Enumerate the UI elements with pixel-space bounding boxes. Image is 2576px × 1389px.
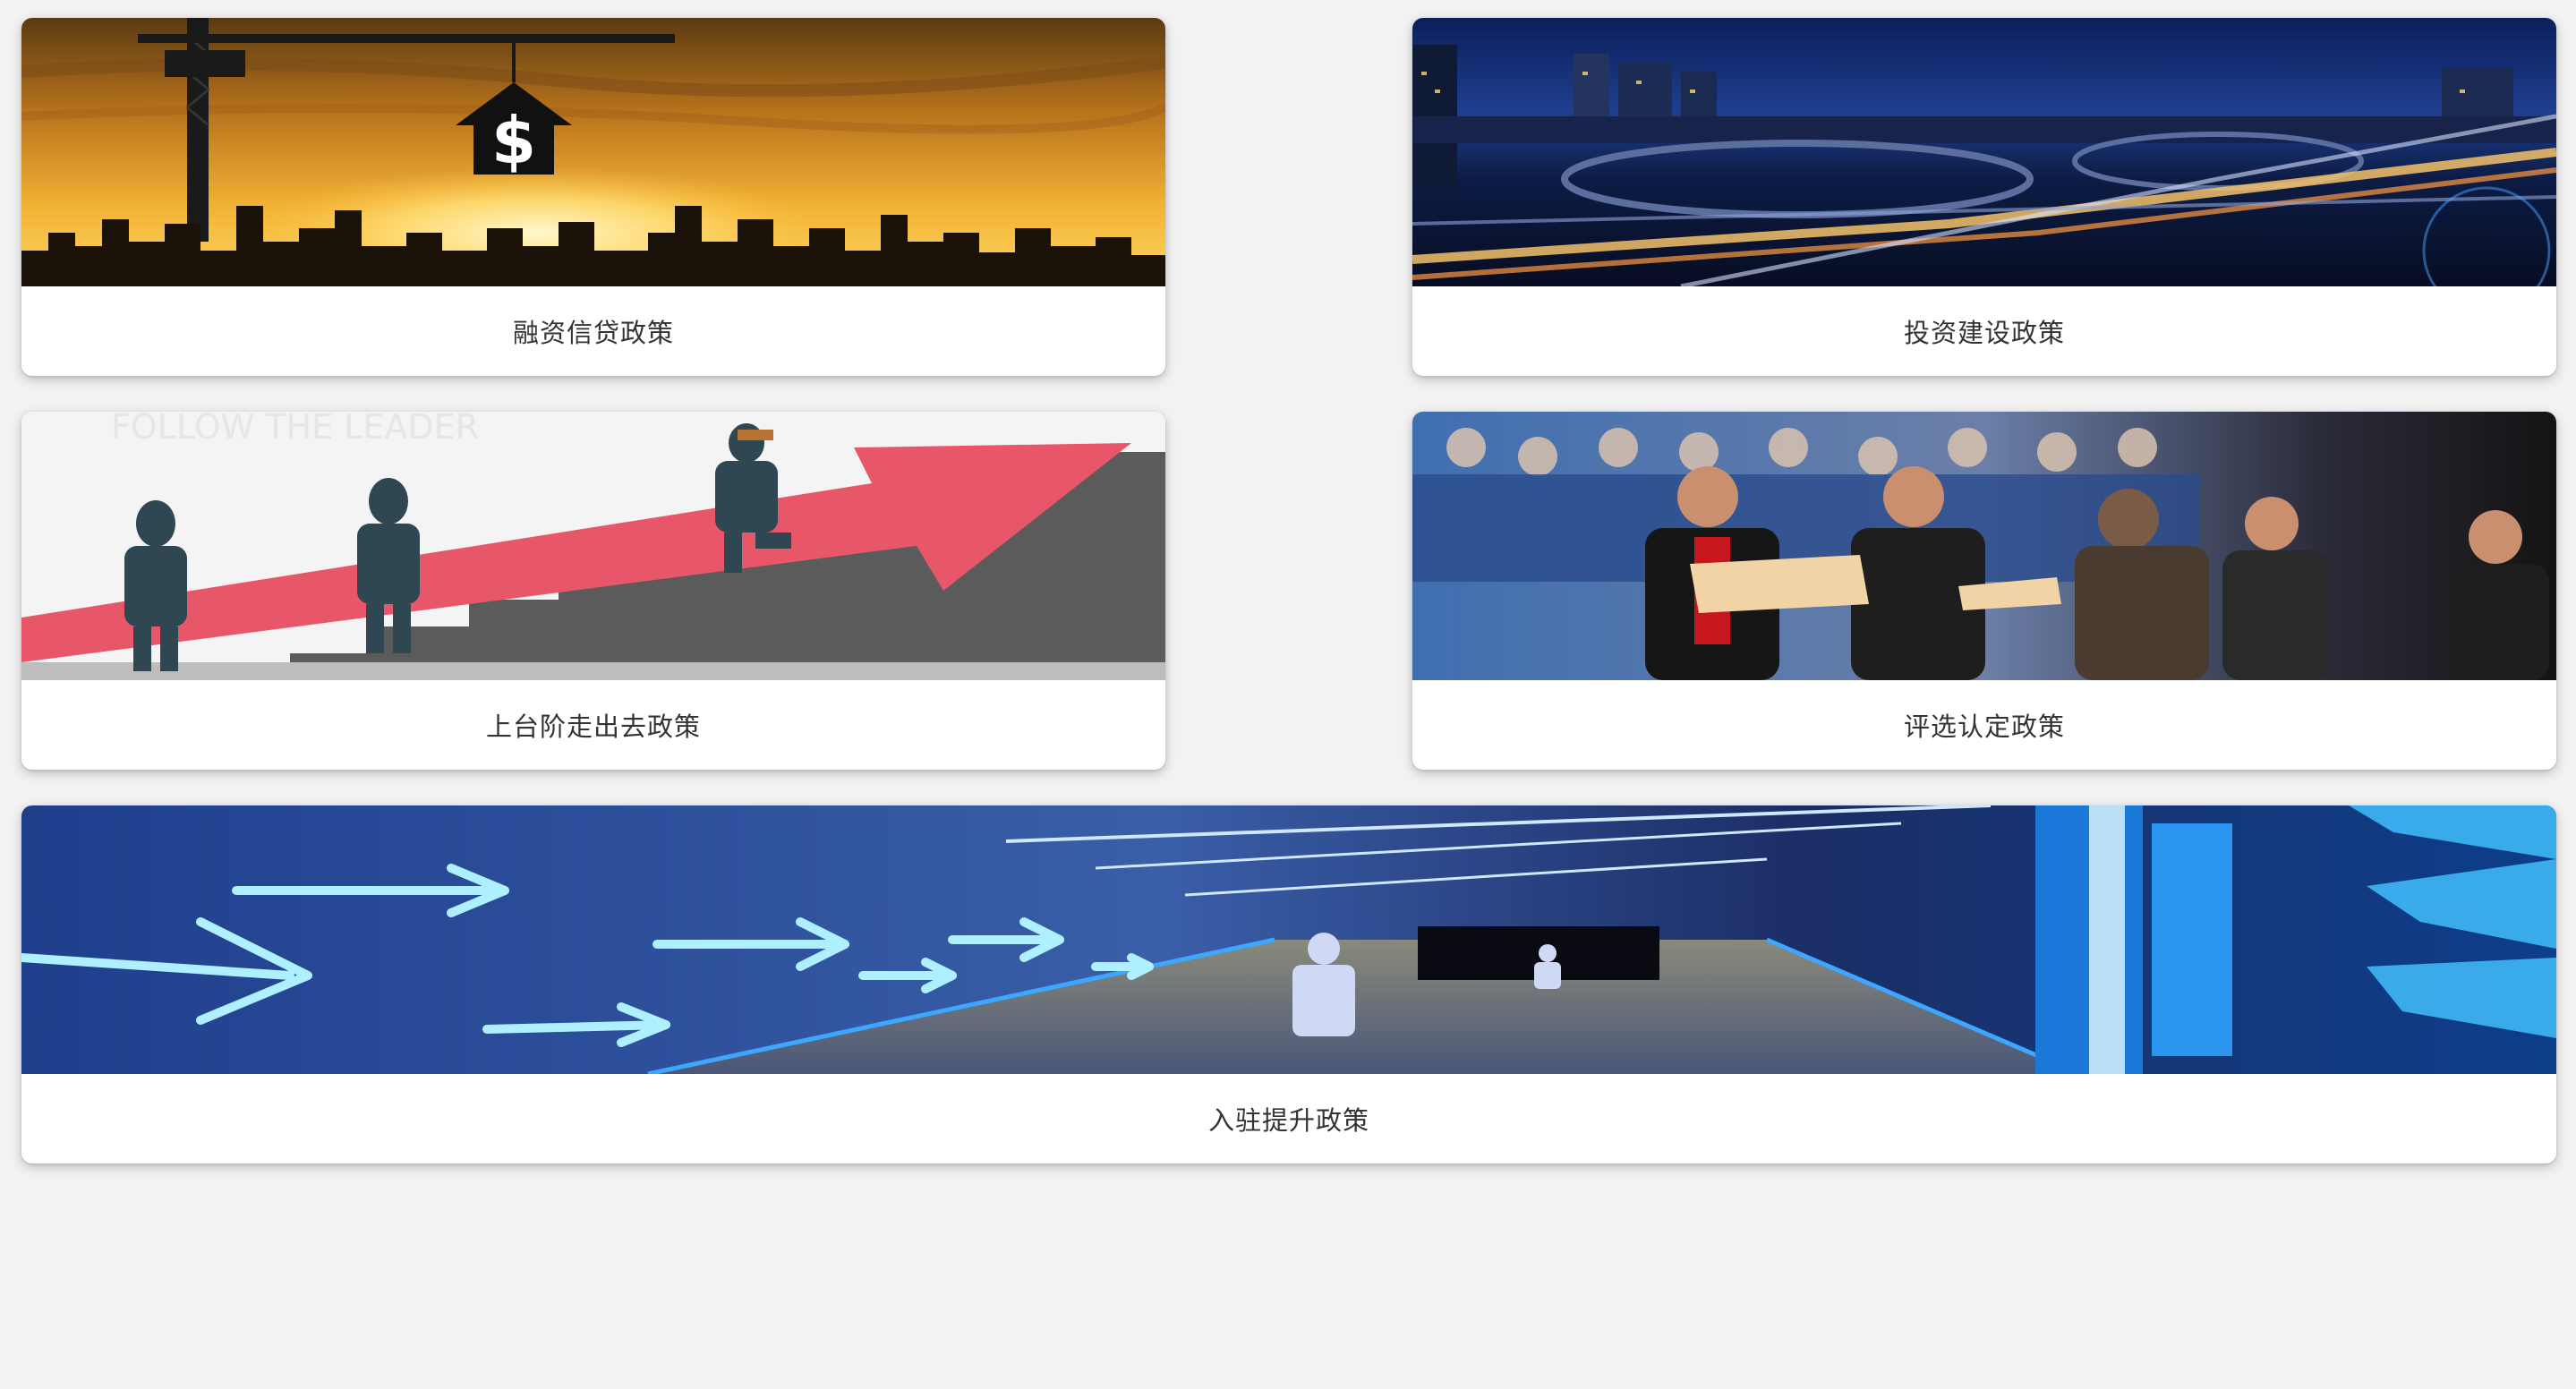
policy-card-settle-upgrade[interactable]: 入驻提升政策 — [21, 805, 2556, 1163]
policy-card-selection-certification[interactable]: 评选认定政策 — [1412, 412, 2556, 770]
finance-crane-house-image: $ — [21, 18, 1165, 286]
card-label: 投资建设政策 — [1903, 318, 2065, 348]
award-ceremony-image — [1412, 412, 2556, 680]
card-label: 评选认定政策 — [1903, 712, 2065, 742]
card-label: 融资信贷政策 — [512, 318, 674, 348]
policy-card-grid: $ 融资信贷政策 投资建设政策 FOLLOW THE LEADER 上台阶走出去… — [0, 0, 2576, 1389]
follow-the-leader-stairs-image: FOLLOW THE LEADER — [21, 412, 1165, 680]
card-label: 入驻提升政策 — [1207, 1105, 1369, 1136]
card-label: 上台阶走出去政策 — [485, 712, 701, 742]
policy-card-step-up-go-global[interactable]: FOLLOW THE LEADER 上台阶走出去政策 — [21, 412, 1165, 770]
svg-text:$: $ — [491, 103, 536, 178]
futuristic-corridor-arrows-image — [21, 805, 2556, 1074]
policy-card-investment-construction[interactable]: 投资建设政策 — [1412, 18, 2556, 376]
policy-card-financing-credit[interactable]: $ 融资信贷政策 — [21, 18, 1165, 376]
image-caption: FOLLOW THE LEADER — [111, 412, 479, 447]
night-city-highway-image — [1412, 18, 2556, 286]
